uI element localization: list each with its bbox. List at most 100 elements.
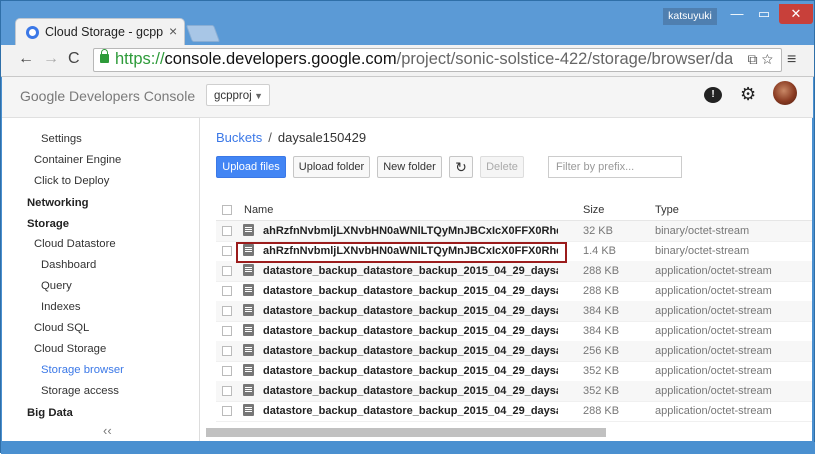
row-checkbox[interactable] [222,386,232,396]
collapse-sidebar-icon[interactable]: ‹‹ [103,423,112,438]
file-type: application/octet-stream [655,365,772,377]
file-name-link[interactable]: datastore_backup_datastore_backup_2015_0… [263,305,558,317]
minimize-button[interactable]: — [724,4,750,24]
project-selector[interactable]: gcpproj ▼ [206,84,270,106]
table-row[interactable]: datastore_backup_datastore_backup_2015_0… [216,341,812,362]
file-type: application/octet-stream [655,405,772,417]
brand-product: Developers Console [69,88,196,104]
project-name: gcpproj [214,90,252,102]
file-size: 384 KB [583,325,620,337]
file-name-link[interactable]: datastore_backup_datastore_backup_2015_0… [263,405,558,417]
sidebar-item-big-data[interactable]: Big Data [27,407,73,419]
file-size: 352 KB [583,385,620,397]
sidebar-item-indexes[interactable]: Indexes [41,301,81,313]
file-icon [243,264,254,276]
file-icon [243,224,254,236]
file-name-link[interactable]: datastore_backup_datastore_backup_2015_0… [263,385,558,397]
sidebar-item-storage-browser[interactable]: Storage browser [41,364,124,376]
url-text[interactable]: https://console.developers.google.com/pr… [115,50,733,69]
row-checkbox[interactable] [222,266,232,276]
file-name-link[interactable]: datastore_backup_datastore_backup_2015_0… [263,265,558,277]
file-name-link[interactable]: ahRzfnNvbmljLXNvbHN0aWNlLTQyMnJBCxIcX0FF… [263,225,558,237]
chrome-menu-icon[interactable]: ≡ [787,51,796,69]
avatar[interactable] [773,81,797,105]
reload-icon[interactable]: C [68,50,80,68]
horizontal-scrollbar[interactable] [206,428,606,437]
file-name-link[interactable]: datastore_backup_datastore_backup_2015_0… [263,365,558,377]
sidebar-item-cloud-storage[interactable]: Cloud Storage [34,343,106,355]
sidebar-item-click-to-deploy[interactable]: Click to Deploy [34,175,109,187]
url-scheme: https:// [115,50,165,68]
row-checkbox[interactable] [222,406,232,416]
file-type: binary/octet-stream [655,225,750,237]
new-folder-button[interactable]: New folder [377,156,442,178]
sidebar-item-settings[interactable]: Settings [41,133,82,145]
window-frame-bottom [1,442,815,454]
file-type: application/octet-stream [655,385,772,397]
forward-arrow-icon[interactable]: → [43,50,59,68]
sidebar-item-cloud-datastore[interactable]: Cloud Datastore [34,238,116,250]
sidebar-item-cloud-sql[interactable]: Cloud SQL [34,322,89,334]
tab-close-icon[interactable]: × [169,23,177,39]
sidebar-item-storage-access[interactable]: Storage access [41,385,119,397]
table-row[interactable]: datastore_backup_datastore_backup_2015_0… [216,281,812,302]
profile-badge[interactable]: katsuyuki [663,8,717,25]
select-all-checkbox[interactable] [222,205,232,215]
column-header-size[interactable]: Size [583,204,604,216]
row-checkbox[interactable] [222,286,232,296]
table-row[interactable]: datastore_backup_datastore_backup_2015_0… [216,361,812,382]
row-checkbox[interactable] [222,326,232,336]
sidebar-item-container-engine[interactable]: Container Engine [34,154,121,166]
browser-window: Cloud Storage - gcpproj × katsuyuki — ▭ … [0,0,815,454]
file-name-link[interactable]: datastore_backup_datastore_backup_2015_0… [263,345,558,357]
upload-folder-button[interactable]: Upload folder [293,156,370,178]
table-row[interactable]: ahRzfnNvbmljLXNvbHN0aWNlLTQyMnJBCxIcX0FF… [216,221,812,242]
upload-files-button[interactable]: Upload files [216,156,286,178]
column-header-type[interactable]: Type [655,204,679,216]
table-row[interactable]: datastore_backup_datastore_backup_2015_0… [216,321,812,342]
breadcrumb-buckets-link[interactable]: Buckets [216,130,262,145]
table-header: Name Size Type [216,200,812,221]
bookmark-star-icon[interactable]: ⧉☆ [748,51,777,68]
file-icon [243,284,254,296]
file-size: 256 KB [583,345,620,357]
file-size: 288 KB [583,285,620,297]
sidebar-item-storage[interactable]: Storage [27,218,69,230]
table-row[interactable]: datastore_backup_datastore_backup_2015_0… [216,301,812,322]
table-row[interactable]: datastore_backup_datastore_backup_2015_0… [216,381,812,402]
file-name-link[interactable]: datastore_backup_datastore_backup_2015_0… [263,325,558,337]
gear-icon[interactable]: ⚙ [740,84,756,105]
sidebar: Settings Container Engine Click to Deplo… [2,118,200,441]
close-window-button[interactable]: ✕ [779,4,813,24]
sidebar-item-networking[interactable]: Networking [27,197,89,209]
delete-button[interactable]: Delete [480,156,524,178]
column-header-name[interactable]: Name [244,204,273,216]
row-checkbox[interactable] [222,346,232,356]
sidebar-item-query[interactable]: Query [41,280,72,292]
file-name-link[interactable]: datastore_backup_datastore_backup_2015_0… [263,285,558,297]
browser-toolbar: ← → C https://console.developers.google.… [1,45,814,77]
lock-icon [100,49,109,63]
back-arrow-icon[interactable]: ← [18,50,34,68]
table-row[interactable]: datastore_backup_datastore_backup_2015_0… [216,401,812,422]
row-checkbox[interactable] [222,226,232,236]
console-logo[interactable]: Google Developers Console [20,88,195,104]
selected-row-highlight [236,242,567,263]
maximize-button[interactable]: ▭ [751,4,777,24]
row-checkbox[interactable] [222,306,232,316]
new-tab-button[interactable] [185,25,221,42]
sidebar-item-dashboard[interactable]: Dashboard [41,259,96,271]
row-checkbox[interactable] [222,246,232,256]
chevron-down-icon: ▼ [254,91,263,101]
refresh-icon[interactable]: ↻ [449,156,473,178]
filter-input[interactable]: Filter by prefix... [548,156,682,178]
file-icon [243,364,254,376]
table-row[interactable]: datastore_backup_datastore_backup_2015_0… [216,261,812,282]
title-bar: Cloud Storage - gcpproj × katsuyuki — ▭ … [1,1,814,45]
address-bar[interactable]: https://console.developers.google.com/pr… [93,48,782,72]
browser-tab[interactable]: Cloud Storage - gcpproj × [15,18,185,45]
file-size: 288 KB [583,405,620,417]
feedback-icon[interactable]: ! [704,87,722,103]
file-size: 288 KB [583,265,620,277]
row-checkbox[interactable] [222,366,232,376]
